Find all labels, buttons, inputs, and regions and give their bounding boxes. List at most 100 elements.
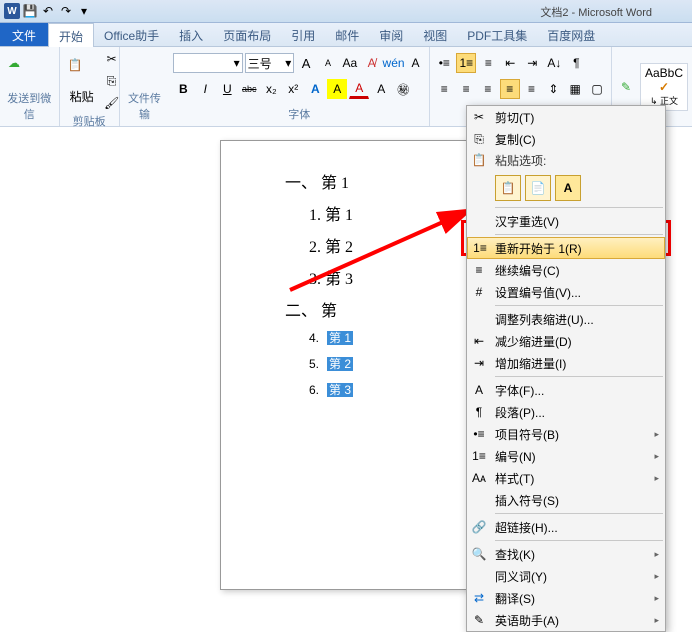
tab-home[interactable]: 开始 [48,23,94,47]
cut-icon: ✂ [471,109,487,125]
cm-decrease-indent[interactable]: ⇤减少缩进量(D) [467,330,665,352]
cm-set-number-value[interactable]: #设置编号值(V)... [467,281,665,303]
style-tool1-icon[interactable]: ✎ [616,77,636,97]
cm-paste-label: 📋粘贴选项: [467,150,665,171]
distribute-button[interactable]: ≡ [522,79,542,99]
copy-icon: ⎘ [471,131,487,147]
decrease-indent-button[interactable]: ⇤ [500,53,520,73]
font-size-combo[interactable]: 三号▾ [245,53,295,73]
file-tab[interactable]: 文件 [0,23,48,46]
bullets-icon: •≡ [471,426,487,442]
paste-button[interactable]: 📋 粘贴 [64,56,100,107]
align-right-button[interactable]: ≡ [478,79,498,99]
show-marks-button[interactable]: ¶ [566,53,586,73]
subscript-button[interactable]: x₂ [261,79,281,99]
tab-baidu-netdisk[interactable]: 百度网盘 [537,23,605,46]
submenu-arrow-icon: ▸ [654,615,659,626]
justify-button[interactable]: ≡ [500,79,520,99]
paste-icon: 📋 [471,152,487,168]
align-left-button[interactable]: ≡ [434,79,454,99]
cm-synonyms[interactable]: 同义词(Y)▸ [467,565,665,587]
bold-button[interactable]: B [173,79,193,99]
tab-page-layout[interactable]: 页面布局 [213,23,281,46]
multilevel-button[interactable]: ≡ [478,53,498,73]
align-center-button[interactable]: ≡ [456,79,476,99]
translate-icon: ⇄ [471,590,487,606]
tab-pdf-tools[interactable]: PDF工具集 [457,23,537,46]
ribbon-group-font: ▾ 三号▾ A A Aa A̸ wén A B I U abc x₂ x² A … [169,47,430,126]
save-icon[interactable]: 💾 [22,3,38,19]
cm-insert-symbol[interactable]: 插入符号(S) [467,489,665,511]
paste-text-only-button[interactable]: A [555,175,581,201]
highlight-button[interactable]: A [327,79,347,99]
font-name-combo[interactable]: ▾ [173,53,242,73]
phonetic-button[interactable]: wén [384,53,404,73]
style-preview-normal[interactable]: AaBbC ✓ ↳ 正文 [640,63,688,111]
paste-merge-button[interactable]: 📄 [525,175,551,201]
copy-icon[interactable]: ⎘ [102,71,122,91]
paste-keep-source-button[interactable]: 📋 [495,175,521,201]
cm-hanzi-reselect[interactable]: 汉字重选(V) [467,210,665,232]
send-to-wechat-button[interactable]: ☁ [4,54,40,86]
assistant-icon: ✎ [471,612,487,628]
numbering-icon: 1≡ [471,448,487,464]
cm-hyperlink[interactable]: 🔗超链接(H)... [467,516,665,538]
increase-indent-button[interactable]: ⇥ [522,53,542,73]
cm-bullets[interactable]: •≡项目符号(B)▸ [467,423,665,445]
cm-increase-indent[interactable]: ⇥增加缩进量(I) [467,352,665,374]
grow-font-button[interactable]: A [296,53,316,73]
sort-button[interactable]: A↓ [544,53,564,73]
char-shading-button[interactable]: A [371,79,391,99]
cut-icon[interactable]: ✂ [102,49,122,69]
superscript-button[interactable]: x² [283,79,303,99]
qat-dropdown-icon[interactable]: ▾ [76,3,92,19]
cm-styles[interactable]: Aᴀ样式(T)▸ [467,467,665,489]
separator [495,305,663,306]
enclose-char-button[interactable]: ㊙ [393,79,413,99]
cm-cut[interactable]: ✂剪切(T) [467,106,665,128]
tab-review[interactable]: 审阅 [369,23,413,46]
tab-view[interactable]: 视图 [413,23,457,46]
paste-options: 📋 📄 A [467,171,665,205]
cm-paragraph[interactable]: ¶段落(P)... [467,401,665,423]
cm-font[interactable]: A字体(F)... [467,379,665,401]
separator [495,376,663,377]
cm-translate[interactable]: ⇄翻译(S)▸ [467,587,665,609]
tab-insert[interactable]: 插入 [169,23,213,46]
cm-english-assistant[interactable]: ✎英语助手(A)▸ [467,609,665,631]
ribbon-tabs: 文件 开始 Office助手 插入 页面布局 引用 邮件 审阅 视图 PDF工具… [0,23,692,47]
font-color-button[interactable]: A [349,79,369,99]
tab-mailings[interactable]: 邮件 [325,23,369,46]
hyperlink-icon: 🔗 [471,519,487,535]
numbering-button[interactable]: 1≡ [456,53,476,73]
cm-restart-at-1[interactable]: 1≡重新开始于 1(R) [467,237,665,259]
increase-indent-icon: ⇥ [471,355,487,371]
line-spacing-button[interactable]: ⇕ [543,79,563,99]
cm-find[interactable]: 🔍查找(K)▸ [467,543,665,565]
strike-button[interactable]: abc [239,79,259,99]
borders-button[interactable]: ▢ [587,79,607,99]
cm-continue-numbering[interactable]: ≡继续编号(C) [467,259,665,281]
paste-label: 粘贴 [70,88,94,105]
style-sample: AaBbC [645,66,683,80]
italic-button[interactable]: I [195,79,215,99]
submenu-arrow-icon: ▸ [654,593,659,604]
change-case-button[interactable]: Aa [340,53,360,73]
bullets-button[interactable]: •≡ [434,53,454,73]
tab-references[interactable]: 引用 [281,23,325,46]
cm-numbering[interactable]: 1≡编号(N)▸ [467,445,665,467]
tab-office-assistant[interactable]: Office助手 [94,23,169,46]
redo-icon[interactable]: ↷ [58,3,74,19]
clear-format-button[interactable]: A̸ [362,53,382,73]
cm-copy[interactable]: ⎘复制(C) [467,128,665,150]
undo-icon[interactable]: ↶ [40,3,56,19]
char-border-button[interactable]: A [406,53,426,73]
shrink-font-button[interactable]: A [318,53,338,73]
restart-numbering-icon: 1≡ [472,240,488,256]
shading-button[interactable]: ▦ [565,79,585,99]
group-label: 剪贴板 [64,113,115,131]
underline-button[interactable]: U [217,79,237,99]
text-effects-button[interactable]: A [305,79,325,99]
cm-adjust-list-indent[interactable]: 调整列表缩进(U)... [467,308,665,330]
format-painter-icon[interactable]: 🖌 [102,93,122,113]
